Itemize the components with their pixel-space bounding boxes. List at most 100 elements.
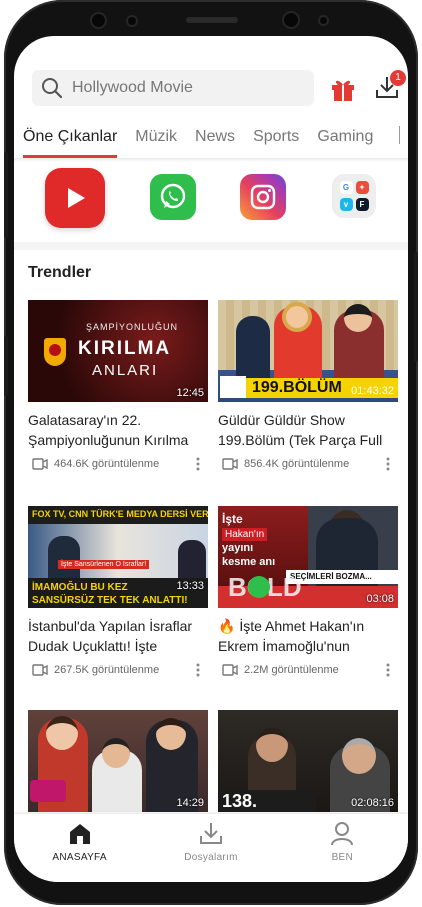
thumb-text: ŞAMPİYONLUĞUN [86, 322, 179, 332]
power-button [414, 252, 418, 362]
nav-label: ANASAYFA [52, 852, 107, 863]
thumb-text: yayını [222, 542, 254, 554]
thumb-figure [102, 738, 130, 768]
video-card[interactable]: 138. BÖLÜM 02:08:16 [218, 710, 398, 812]
fod-mini-icon: F [355, 198, 369, 212]
more-vert-icon[interactable] [196, 663, 200, 677]
app-screen: 1 Öne Çıkanlar Müzik News Sports Gaming … [14, 36, 408, 882]
thumb-figure [156, 718, 186, 750]
thumb-text: İşte [222, 512, 243, 526]
video-camera-icon [32, 458, 48, 470]
app-mini-icon: ✦ [355, 180, 369, 194]
video-thumbnail[interactable]: İşte Hakan'ın yayını kesme anı SEÇİMLERİ… [218, 506, 398, 608]
category-tabs: Öne Çıkanlar Müzik News Sports Gaming [14, 128, 382, 158]
google-mini-icon: G [339, 180, 353, 194]
video-duration: 12:45 [176, 387, 204, 399]
tab-one-cikanlar[interactable]: Öne Çıkanlar [14, 128, 126, 158]
video-title[interactable]: Güldür Güldür Show 199.Bölüm (Tek Parça … [218, 410, 398, 450]
video-duration: 01:43:32 [351, 385, 394, 397]
thumb-figure [48, 536, 80, 580]
section-title: Trendler [28, 264, 92, 281]
bottom-navigation: ANASAYFA Dosyalarım BEN [14, 814, 408, 882]
video-thumbnail[interactable]: 138. BÖLÜM 02:08:16 [218, 710, 398, 812]
tab-muzik[interactable]: Müzik [126, 128, 186, 158]
more-vert-icon[interactable] [196, 457, 200, 471]
volume-down-button [4, 336, 8, 396]
nav-profile[interactable]: BEN [277, 814, 408, 882]
tabs-divider [399, 126, 400, 144]
video-duration: 13:33 [176, 580, 204, 592]
thumb-text: kesme anı [222, 556, 276, 568]
nav-label: Dosyalarım [184, 852, 238, 863]
thumb-figure [178, 540, 206, 580]
sensor-2 [320, 17, 327, 24]
video-thumbnail[interactable]: 14:29 [28, 710, 208, 812]
video-thumbnail[interactable]: FOX TV, CNN TÜRK'E MEDYA DERSİ VERDİ! İş… [28, 506, 208, 608]
download-count-badge: 1 [390, 70, 406, 86]
section-divider [14, 242, 408, 250]
video-title[interactable]: Galatasaray'ın 22. Şampiyonluğunun Kırıl… [28, 410, 208, 450]
home-icon [69, 824, 90, 844]
search-input[interactable] [72, 79, 302, 97]
view-count: 2.2M görüntülenme [244, 664, 339, 676]
gift-icon[interactable] [330, 76, 356, 107]
tab-gaming[interactable]: Gaming [308, 128, 382, 158]
front-sensors [0, 0, 422, 40]
front-camera [92, 14, 105, 27]
front-camera-2 [284, 13, 298, 27]
show-logo [30, 780, 66, 802]
earpiece-speaker [186, 17, 238, 23]
download-tray-icon [199, 823, 222, 844]
instagram-icon[interactable] [240, 174, 286, 220]
video-duration: 14:29 [176, 797, 204, 809]
search-bar[interactable] [32, 70, 314, 106]
youtube-icon[interactable] [45, 168, 105, 228]
view-count: 856.4K görüntülenme [244, 458, 350, 470]
thumb-text: SEÇİMLERİ BOZMA... [286, 570, 398, 584]
club-logo-icon [44, 338, 66, 366]
more-vert-icon[interactable] [386, 457, 390, 471]
thumb-figure [344, 304, 372, 332]
nav-label: BEN [331, 852, 354, 863]
volume-up-button [4, 152, 8, 238]
video-duration: 02:08:16 [351, 797, 394, 809]
view-count: 464.6K görüntülenme [54, 458, 160, 470]
video-thumbnail[interactable]: 199.BÖLÜM 01:43:32 [218, 300, 398, 402]
video-duration: 03:08 [366, 593, 394, 605]
search-icon [32, 77, 72, 99]
thumb-text: İşte Sansürlenen O İsraflar! [58, 560, 150, 569]
tab-sports[interactable]: Sports [244, 128, 308, 158]
video-camera-icon [222, 458, 238, 470]
video-card[interactable]: ŞAMPİYONLUĞUN KIRILMA ANLARI 12:45 Galat… [28, 300, 208, 472]
thumb-text: Hakan'ın [222, 528, 268, 541]
thumb-text: KIRILMA [78, 338, 172, 359]
video-title[interactable]: 🔥 İşte Ahmet Hakan'ın Ekrem İmamoğlu'nun [218, 616, 398, 656]
thumb-text-line: SANSÜRSÜZ TEK TEK ANLATTI! [32, 595, 188, 606]
thumb-figure [282, 302, 312, 332]
quick-apps-row: G ✦ v F [14, 168, 408, 242]
whatsapp-icon[interactable] [150, 174, 196, 220]
thumb-figure [46, 716, 78, 750]
nav-files[interactable]: Dosyalarım [145, 814, 276, 882]
thumb-text: 138. BÖLÜM [218, 790, 316, 812]
video-camera-icon [32, 664, 48, 676]
video-thumbnail[interactable]: ŞAMPİYONLUĞUN KIRILMA ANLARI 12:45 [28, 300, 208, 402]
play-indicator-icon [248, 576, 270, 598]
profile-icon [331, 822, 354, 846]
nav-home[interactable]: ANASAYFA [14, 814, 145, 882]
thumb-text: FOX TV, CNN TÜRK'E MEDYA DERSİ VERDİ! [28, 506, 208, 524]
sensor [128, 17, 136, 25]
video-card[interactable]: FOX TV, CNN TÜRK'E MEDYA DERSİ VERDİ! İş… [28, 506, 208, 678]
video-card[interactable]: 14:29 [28, 710, 208, 812]
thumb-text: 199.BÖLÜM [252, 379, 342, 396]
more-vert-icon[interactable] [386, 663, 390, 677]
vimeo-mini-icon: v [339, 198, 353, 212]
thumb-figure [256, 728, 288, 762]
video-card[interactable]: İşte Hakan'ın yayını kesme anı SEÇİMLERİ… [218, 506, 398, 678]
video-card[interactable]: 199.BÖLÜM 01:43:32 Güldür Güldür Show 19… [218, 300, 398, 472]
tabs-shadow [14, 158, 408, 162]
tab-news[interactable]: News [186, 128, 244, 158]
more-apps-icon[interactable]: G ✦ v F [332, 174, 376, 218]
video-camera-icon [222, 664, 238, 676]
video-title[interactable]: İstanbul'da Yapılan İsraflar Dudak Uçukl… [28, 616, 208, 656]
